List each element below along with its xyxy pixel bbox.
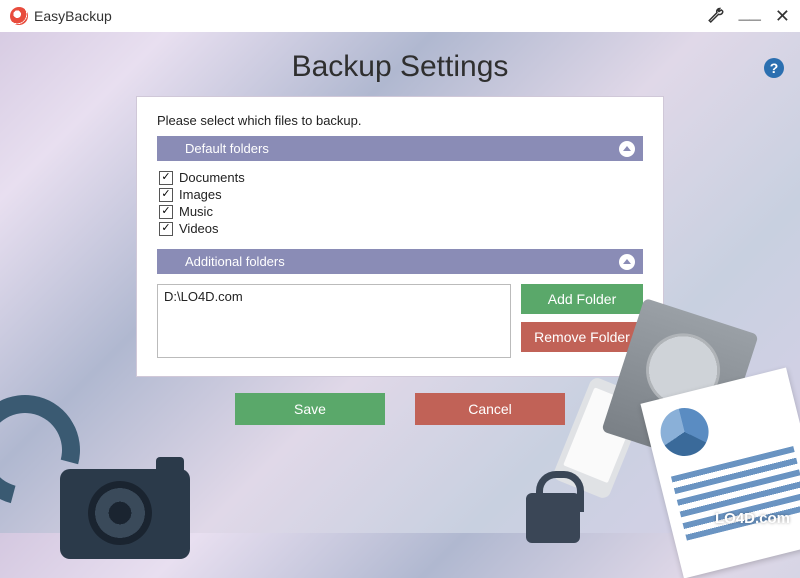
cancel-button[interactable]: Cancel — [415, 393, 565, 425]
watermark: LO4D.com — [715, 510, 790, 527]
additional-folders-title: Additional folders — [185, 254, 285, 269]
check-row-images: ✓ Images — [159, 186, 641, 203]
app-title: EasyBackup — [34, 8, 701, 24]
title-bar: EasyBackup __ ✕ — [0, 0, 800, 32]
chevron-up-icon — [619, 141, 635, 157]
additional-folders-header[interactable]: Additional folders — [157, 249, 643, 274]
default-folders-header[interactable]: Default folders — [157, 136, 643, 161]
check-label: Videos — [179, 221, 219, 236]
help-icon[interactable]: ? — [764, 58, 784, 78]
check-label: Music — [179, 204, 213, 219]
instruction-text: Please select which files to backup. — [157, 113, 643, 128]
check-row-videos: ✓ Videos — [159, 220, 641, 237]
close-icon[interactable]: ✕ — [775, 6, 790, 27]
page-title: Backup Settings — [0, 50, 800, 84]
additional-folders-listbox[interactable]: D:\LO4D.com — [157, 284, 511, 358]
checkbox-videos[interactable]: ✓ — [159, 222, 173, 236]
checkbox-music[interactable]: ✓ — [159, 205, 173, 219]
decor-camera — [60, 469, 190, 559]
minimize-icon[interactable]: __ — [739, 7, 761, 17]
checkbox-images[interactable]: ✓ — [159, 188, 173, 202]
remove-folder-button[interactable]: Remove Folder — [521, 322, 643, 352]
default-folders-list: ✓ Documents ✓ Images ✓ Music ✓ Videos — [157, 161, 643, 249]
add-folder-button[interactable]: Add Folder — [521, 284, 643, 314]
app-icon — [10, 7, 28, 25]
chevron-up-icon — [619, 254, 635, 270]
dialog-actions: Save Cancel — [0, 377, 800, 425]
list-item[interactable]: D:\LO4D.com — [164, 289, 504, 304]
settings-card: Please select which files to backup. Def… — [136, 96, 664, 377]
check-label: Documents — [179, 170, 245, 185]
default-folders-title: Default folders — [185, 141, 269, 156]
window-controls: __ ✕ — [707, 6, 790, 27]
settings-wrench-icon[interactable] — [707, 7, 725, 25]
save-button[interactable]: Save — [235, 393, 385, 425]
check-row-documents: ✓ Documents — [159, 169, 641, 186]
decor-lock — [526, 493, 580, 543]
check-label: Images — [179, 187, 222, 202]
check-row-music: ✓ Music — [159, 203, 641, 220]
checkbox-documents[interactable]: ✓ — [159, 171, 173, 185]
